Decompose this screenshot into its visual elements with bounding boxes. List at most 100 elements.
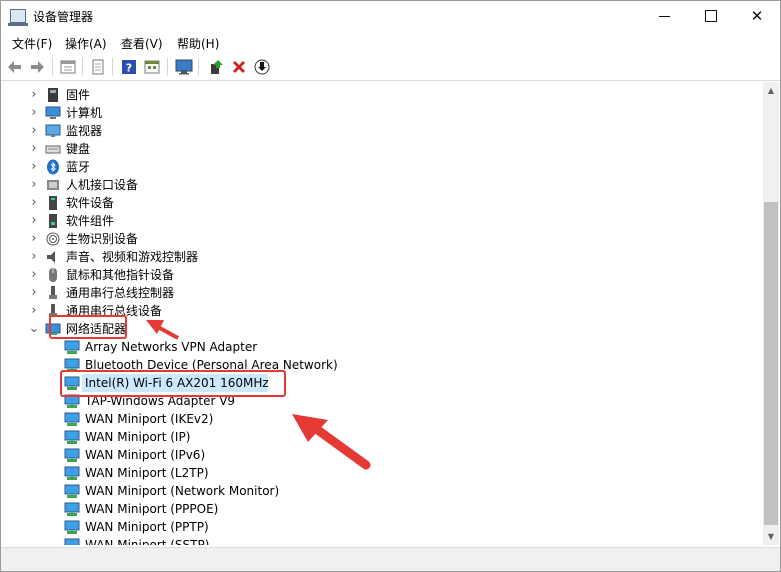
expand-chevron-icon[interactable]: › (28, 140, 40, 158)
vertical-scrollbar[interactable]: ▲ ▼ (763, 82, 779, 545)
usb-icon (45, 285, 61, 301)
expand-chevron-icon[interactable]: › (28, 212, 40, 230)
bluetooth-icon (45, 159, 61, 175)
tree-category-mouse[interactable]: › 鼠标和其他指针设备 (1, 266, 761, 284)
expand-chevron-icon[interactable]: › (28, 176, 40, 194)
tree-category-label: 键盘 (66, 142, 91, 156)
device-manager-window: 设备管理器 ✕ 文件(F) 操作(A) 查看(V) 帮助(H) ? › 固件 ›… (0, 0, 781, 572)
tree-category-keyboard[interactable]: › 键盘 (1, 140, 761, 158)
list-view-icon (60, 60, 76, 74)
tree-category-usb[interactable]: › 通用串行总线控制器 (1, 284, 761, 302)
tree-category-label: 通用串行总线控制器 (66, 286, 175, 300)
network-card-icon (64, 465, 80, 481)
network-card-icon (64, 483, 80, 499)
network-adapter-label: WAN Miniport (SSTP) (85, 538, 210, 545)
toolbar-separator (198, 58, 199, 76)
expand-chevron-icon[interactable]: › (28, 266, 40, 284)
tree-category-bluetooth[interactable]: › 蓝牙 (1, 158, 761, 176)
network-adapter-item[interactable]: WAN Miniport (PPTP) (1, 518, 761, 536)
tree-category-speaker[interactable]: › 声音、视频和游戏控制器 (1, 248, 761, 266)
expand-chevron-icon[interactable]: › (28, 104, 40, 122)
expand-chevron-icon[interactable]: › (28, 230, 40, 248)
scan-hardware-button[interactable] (174, 57, 194, 77)
keyboard-icon (45, 141, 61, 157)
tree-category-label: 软件组件 (66, 214, 115, 228)
svg-text:?: ? (126, 62, 132, 75)
forward-button[interactable] (27, 57, 47, 77)
software-component-icon (45, 213, 61, 229)
uninstall-button[interactable] (229, 57, 249, 77)
network-adapter-item[interactable]: WAN Miniport (L2TP) (1, 464, 761, 482)
maximize-button[interactable] (688, 1, 734, 31)
tree-category-label: 声音、视频和游戏控制器 (66, 250, 199, 264)
toolbar-separator (167, 58, 168, 76)
download-circle-icon (254, 59, 270, 75)
update-driver-icon (211, 60, 223, 74)
scrollbar-thumb[interactable] (764, 202, 778, 525)
mouse-icon (45, 267, 61, 283)
expand-chevron-icon[interactable]: › (28, 284, 40, 302)
monitor-icon (45, 123, 61, 139)
network-adapter-highlight-box (49, 315, 127, 339)
network-card-icon (64, 519, 80, 535)
hid-icon (45, 177, 61, 193)
network-adapter-label: WAN Miniport (IKEv2) (85, 412, 214, 426)
firmware-icon (45, 87, 61, 103)
close-button[interactable]: ✕ (734, 1, 780, 31)
menu-bar: 文件(F) 操作(A) 查看(V) 帮助(H) (1, 32, 780, 54)
network-adapter-label: WAN Miniport (PPPOE) (85, 502, 219, 516)
expand-chevron-icon[interactable]: › (28, 86, 40, 104)
enable-device-button[interactable] (252, 57, 272, 77)
network-adapter-item[interactable]: Array Networks VPN Adapter (1, 338, 761, 356)
tree-category-label: 人机接口设备 (66, 178, 139, 192)
monitor-scan-icon (175, 59, 193, 75)
menu-action[interactable]: 操作(A) (65, 35, 107, 52)
help-icon: ? (122, 60, 136, 75)
properties-view-button[interactable] (58, 57, 78, 77)
tree-category-software-device[interactable]: › 软件设备 (1, 194, 761, 212)
expand-chevron-icon[interactable]: › (28, 158, 40, 176)
expand-chevron-icon[interactable]: › (28, 302, 40, 320)
network-adapter-item[interactable]: WAN Miniport (IP) (1, 428, 761, 446)
toolbar-separator (82, 58, 83, 76)
computer-icon (45, 105, 61, 121)
document-button[interactable] (88, 57, 108, 77)
collapse-chevron-icon[interactable]: ⌄ (28, 320, 40, 338)
tree-category-firmware[interactable]: › 固件 (1, 86, 761, 104)
back-button[interactable] (5, 57, 25, 77)
forward-arrow-icon (31, 61, 44, 73)
expand-chevron-icon[interactable]: › (28, 248, 40, 266)
scroll-up-icon[interactable]: ▲ (763, 82, 779, 99)
tree-category-computer[interactable]: › 计算机 (1, 104, 761, 122)
help-button[interactable]: ? (119, 57, 139, 77)
network-card-icon (64, 429, 80, 445)
network-card-icon (64, 501, 80, 517)
update-driver-button[interactable] (206, 57, 226, 77)
tree-category-software-component[interactable]: › 软件组件 (1, 212, 761, 230)
network-adapter-label: WAN Miniport (PPTP) (85, 520, 209, 534)
close-icon: ✕ (750, 7, 764, 25)
update-view-button[interactable] (142, 57, 162, 77)
back-arrow-icon (8, 61, 21, 73)
network-adapter-item[interactable]: WAN Miniport (IKEv2) (1, 410, 761, 428)
tree-category-label: 鼠标和其他指针设备 (66, 268, 175, 282)
network-card-icon (64, 537, 80, 545)
tree-category-label: 监视器 (66, 124, 103, 138)
network-adapter-item[interactable]: WAN Miniport (IPv6) (1, 446, 761, 464)
network-adapter-item[interactable]: WAN Miniport (SSTP) (1, 536, 761, 545)
menu-file[interactable]: 文件(F) (12, 35, 52, 52)
minimize-button[interactable] (641, 1, 687, 31)
title-bar: 设备管理器 ✕ (1, 1, 780, 31)
menu-view[interactable]: 查看(V) (121, 35, 163, 52)
device-tree: › 固件 › 计算机 › 监视器 › 键盘 › 蓝牙 › 人机接口设备 › 软件设备 › 软件组件 › 生物识别设… (1, 82, 763, 545)
expand-chevron-icon[interactable]: › (28, 122, 40, 140)
tree-category-fingerprint[interactable]: › 生物识别设备 (1, 230, 761, 248)
menu-help[interactable]: 帮助(H) (177, 35, 219, 52)
network-adapter-item[interactable]: WAN Miniport (Network Monitor) (1, 482, 761, 500)
network-adapter-item[interactable]: WAN Miniport (PPPOE) (1, 500, 761, 518)
expand-chevron-icon[interactable]: › (28, 194, 40, 212)
tree-category-hid[interactable]: › 人机接口设备 (1, 176, 761, 194)
scroll-down-icon[interactable]: ▼ (763, 528, 779, 545)
network-adapter-label: WAN Miniport (IPv6) (85, 448, 206, 462)
tree-category-monitor[interactable]: › 监视器 (1, 122, 761, 140)
